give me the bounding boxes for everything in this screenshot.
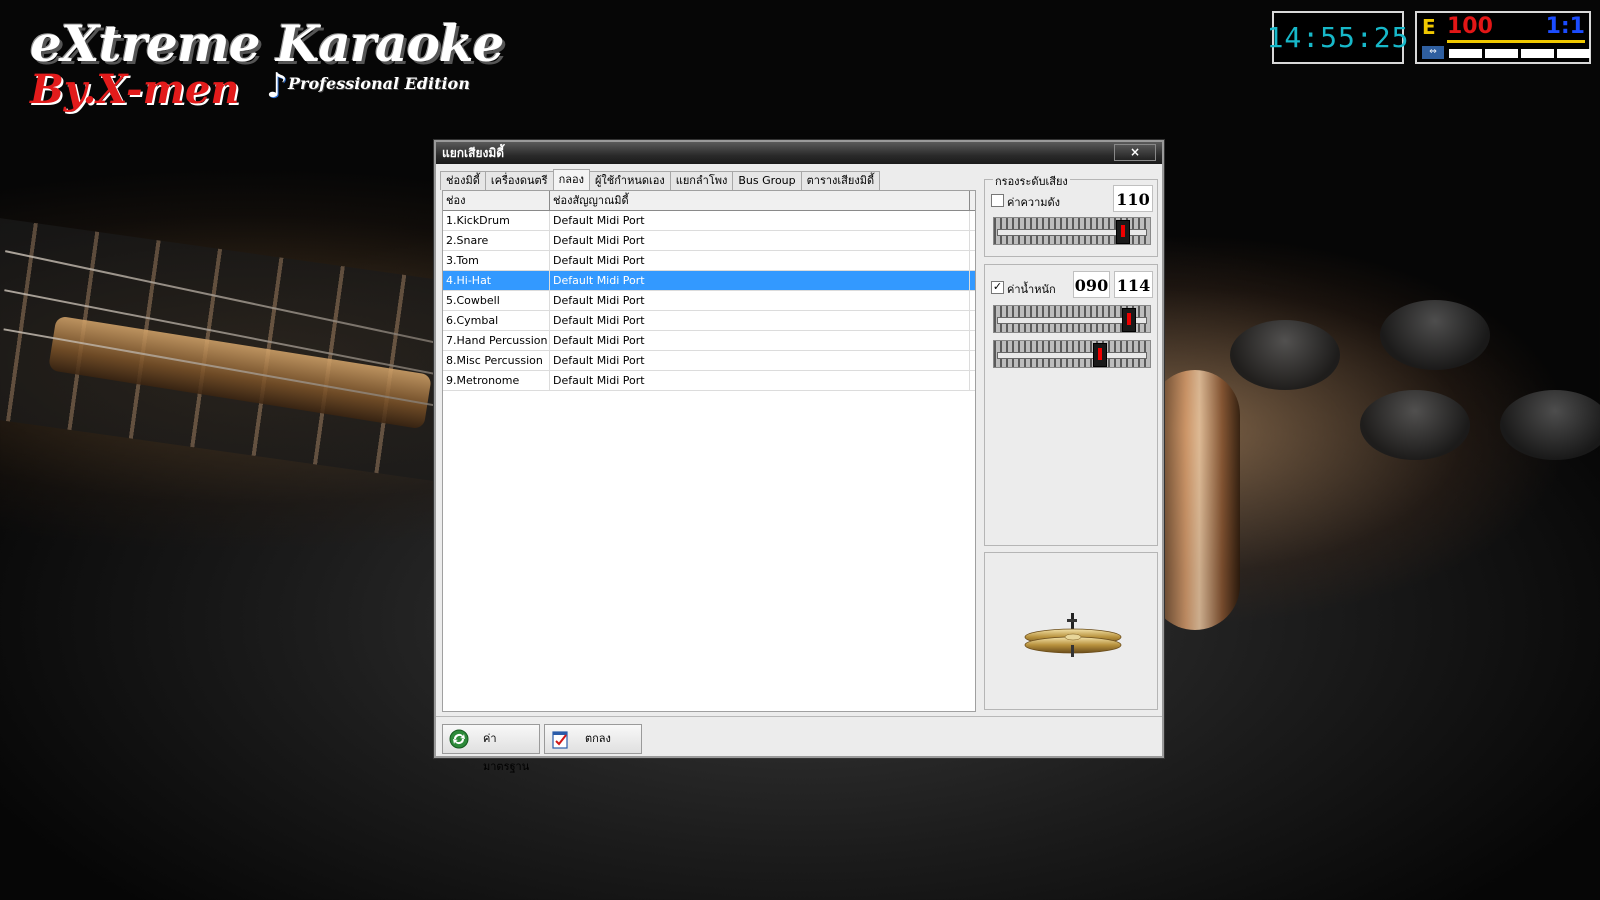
column-header-channel[interactable]: ช่อง [443, 191, 550, 210]
volume-value: 110 [1113, 185, 1153, 212]
volume-slider[interactable] [993, 217, 1151, 245]
weight-filter-group: ✓ ค่าน้ำหนัก 090 114 [984, 264, 1158, 546]
default-button-label: ค่ามาตรฐาน [483, 732, 530, 773]
weight-low-slider[interactable] [993, 305, 1151, 333]
table-row[interactable]: 3.Tom Default Midi Port [443, 251, 975, 271]
tab-user-defined[interactable]: ผู้ใช้กำหนดเอง [588, 171, 671, 190]
ratio-display: 1:1 [1545, 14, 1585, 39]
ok-button-label: ตกลง [585, 732, 611, 745]
list-header: ช่อง ช่องสัญญาณมิดี้ [443, 191, 975, 211]
port-cell: Default Midi Port [550, 351, 970, 370]
guitar-knob [1380, 300, 1490, 370]
slider-thumb[interactable] [1116, 220, 1130, 244]
table-row[interactable]: 8.Misc Percussion Default Midi Port [443, 351, 975, 371]
port-cell: Default Midi Port [550, 371, 970, 390]
tab-midi-table[interactable]: ตารางเสียงมิดี้ [800, 171, 881, 190]
slider-thumb[interactable] [1093, 343, 1107, 367]
weight-low-value: 090 [1073, 271, 1110, 298]
status-progress-line [1447, 40, 1585, 43]
tab-midi-channel[interactable]: ช่องมิดี้ [440, 171, 486, 190]
port-cell: Default Midi Port [550, 331, 970, 350]
logo-subtitle: Professional Edition [288, 74, 470, 93]
port-cell: Default Midi Port [550, 291, 970, 310]
cymbal-icon [1024, 613, 1122, 657]
default-button[interactable]: ค่ามาตรฐาน [442, 724, 540, 773]
music-note-icon: ♪ [266, 66, 288, 106]
slider-thumb[interactable] [1122, 308, 1136, 332]
midi-split-dialog: แยกเสียงมิดี้ × ช่องมิดี้ เครื่องดนตรี ก… [434, 140, 1164, 773]
guitar-knob [1500, 390, 1600, 460]
drum-channel-list[interactable]: ช่อง ช่องสัญญาณมิดี้ 1.KickDrum Default … [442, 190, 976, 712]
port-cell: Default Midi Port [550, 251, 970, 270]
clock-display: 14:55:25 [1267, 11, 1408, 64]
tab-instrument[interactable]: เครื่องดนตรี [484, 171, 554, 190]
weight-label: ค่าน้ำหนัก [1007, 283, 1056, 296]
level-bar [1449, 49, 1482, 58]
channel-cell: 7.Hand Percussion [443, 331, 550, 350]
instrument-preview [984, 552, 1158, 710]
port-cell: Default Midi Port [550, 311, 970, 330]
score-display: 100 [1447, 14, 1493, 39]
logo-by: By.X-men [30, 66, 240, 113]
port-cell: Default Midi Port [550, 231, 970, 250]
refresh-icon [449, 729, 469, 749]
close-button[interactable]: × [1114, 144, 1156, 161]
volume-filter-group: กรองระดับเสียง ค่าความดัง 110 [984, 172, 1158, 257]
weight-high-value: 114 [1114, 271, 1153, 298]
weight-checkbox[interactable]: ✓ [991, 281, 1004, 294]
channel-cell: 1.KickDrum [443, 211, 550, 230]
guitar-knob [1230, 320, 1340, 390]
channel-cell: 2.Snare [443, 231, 550, 250]
table-row[interactable]: 2.Snare Default Midi Port [443, 231, 975, 251]
tab-speaker-split[interactable]: แยกลำโพง [669, 171, 734, 190]
link-icon: ⇔ [1422, 46, 1444, 59]
weight-high-slider[interactable] [993, 340, 1151, 368]
tab-drums[interactable]: กลอง [552, 169, 590, 190]
app-logo: eXtreme Karaoke By.X-men ♪ Professional … [30, 14, 504, 113]
level-bar [1557, 49, 1590, 58]
table-row[interactable]: 1.KickDrum Default Midi Port [443, 211, 975, 231]
dialog-titlebar[interactable]: แยกเสียงมิดี้ × [436, 142, 1162, 164]
filter-panel: กรองระดับเสียง ค่าความดัง 110 ✓ ค่าน้ำหน… [982, 169, 1160, 712]
channel-cell: 8.Misc Percussion [443, 351, 550, 370]
table-row[interactable]: 5.Cowbell Default Midi Port [443, 291, 975, 311]
channel-cell: 3.Tom [443, 251, 550, 270]
guitar-knob [1360, 390, 1470, 460]
slider-track [997, 352, 1147, 359]
volume-label: ค่าความดัง [1007, 196, 1061, 209]
channel-cell: 5.Cowbell [443, 291, 550, 310]
channel-cell: 6.Cymbal [443, 311, 550, 330]
status-panel: E 100 1:1 ⇔ [1415, 11, 1591, 64]
level-bar [1521, 49, 1554, 58]
level-bar [1485, 49, 1518, 58]
dialog-title: แยกเสียงมิดี้ [442, 146, 505, 160]
volume-checkbox[interactable] [991, 194, 1004, 207]
table-row[interactable]: 9.Metronome Default Midi Port [443, 371, 975, 391]
filter-group-title: กรองระดับเสียง [993, 172, 1070, 190]
tab-strip: ช่องมิดี้ เครื่องดนตรี กลอง ผู้ใช้กำหนดเ… [440, 169, 881, 190]
table-row-selected[interactable]: 4.Hi-Hat Default Midi Port [443, 271, 975, 291]
checklist-icon [552, 731, 568, 749]
table-row[interactable]: 7.Hand Percussion Default Midi Port [443, 331, 975, 351]
port-cell: Default Midi Port [550, 271, 970, 290]
column-header-midi-port[interactable]: ช่องสัญญาณมิดี้ [550, 191, 970, 210]
logo-title: eXtreme Karaoke [30, 14, 504, 73]
table-row[interactable]: 6.Cymbal Default Midi Port [443, 311, 975, 331]
channel-cell: 4.Hi-Hat [443, 271, 550, 290]
mode-indicator: E [1422, 15, 1436, 39]
ok-button[interactable]: ตกลง [544, 724, 642, 754]
channel-cell: 9.Metronome [443, 371, 550, 390]
tab-bus-group[interactable]: Bus Group [732, 171, 802, 190]
button-bar-divider [436, 716, 1162, 717]
port-cell: Default Midi Port [550, 211, 970, 230]
